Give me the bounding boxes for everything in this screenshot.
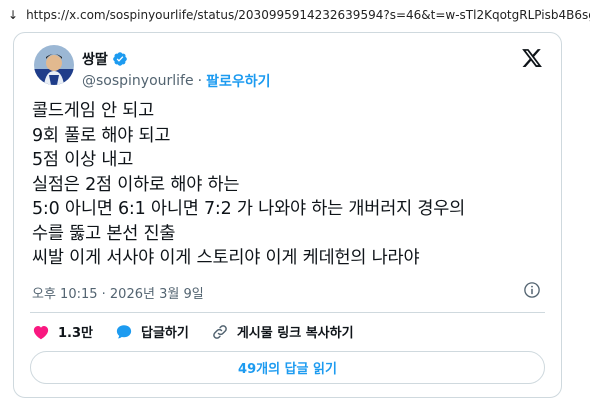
x-logo-icon[interactable] — [521, 47, 543, 69]
tweet-line: 콜드게임 안 되고 — [32, 101, 155, 121]
tweet-line: 수를 뚫고 본선 진출 — [32, 223, 176, 244]
speech-bubble-icon — [116, 324, 132, 338]
heart-icon — [33, 325, 49, 339]
tweet-text: 콜드게임 안 되고 9회 풀로 해야 되고 5점 이상 내고 실점은 2점 이하… — [32, 99, 465, 271]
address-bar[interactable]: ↓ https://x.com/sospinyourlife/status/20… — [0, 0, 590, 30]
reply-label: 답글하기 — [141, 326, 189, 341]
copy-link-label: 게시물 링크 복사하기 — [236, 326, 354, 341]
like-count: 1.3만 — [58, 326, 93, 341]
down-arrow-icon: ↓ — [8, 8, 19, 22]
avatar[interactable] — [34, 45, 74, 85]
url-text: https://x.com/sospinyourlife/status/2030… — [26, 8, 590, 22]
author-name[interactable]: 쌍딸 — [82, 49, 108, 69]
tweet-line: 9회 풀로 해야 되고 — [32, 125, 171, 146]
tweet-line: 5점 이상 내고 — [32, 150, 134, 170]
read-replies-button[interactable]: 49개의 답글 읽기 — [30, 351, 545, 384]
like-button[interactable]: 1.3만 — [32, 322, 93, 341]
tweet-line: 5:0 아니면 6:1 아니면 7:2 가 나와야 하는 개버러지 경우의 — [32, 199, 466, 219]
reply-button[interactable]: 답글하기 — [115, 322, 189, 341]
tweet-line: 씨발 이게 서사야 이게 스토리야 이게 케데헌의 나라야 — [32, 248, 420, 268]
follow-button[interactable]: 팔로우하기 — [206, 71, 270, 91]
link-icon — [212, 324, 227, 339]
author-handle[interactable]: @sospinyourlife — [82, 73, 194, 89]
separator-dot: · — [197, 73, 203, 89]
tweet-line: 실점은 2점 이하로 해야 하는 — [32, 174, 240, 195]
divider — [30, 312, 545, 313]
tweet-card: 쌍딸 @sospinyourlife · 팔로우하기 콜드게임 안 되고 9회 … — [13, 32, 562, 398]
verified-badge-icon — [112, 52, 127, 66]
copy-link-button[interactable]: 게시물 링크 복사하기 — [211, 322, 354, 341]
tweet-timestamp[interactable]: 오후 10:15 · 2026년 3월 9일 — [32, 283, 204, 302]
info-icon[interactable] — [523, 281, 541, 299]
